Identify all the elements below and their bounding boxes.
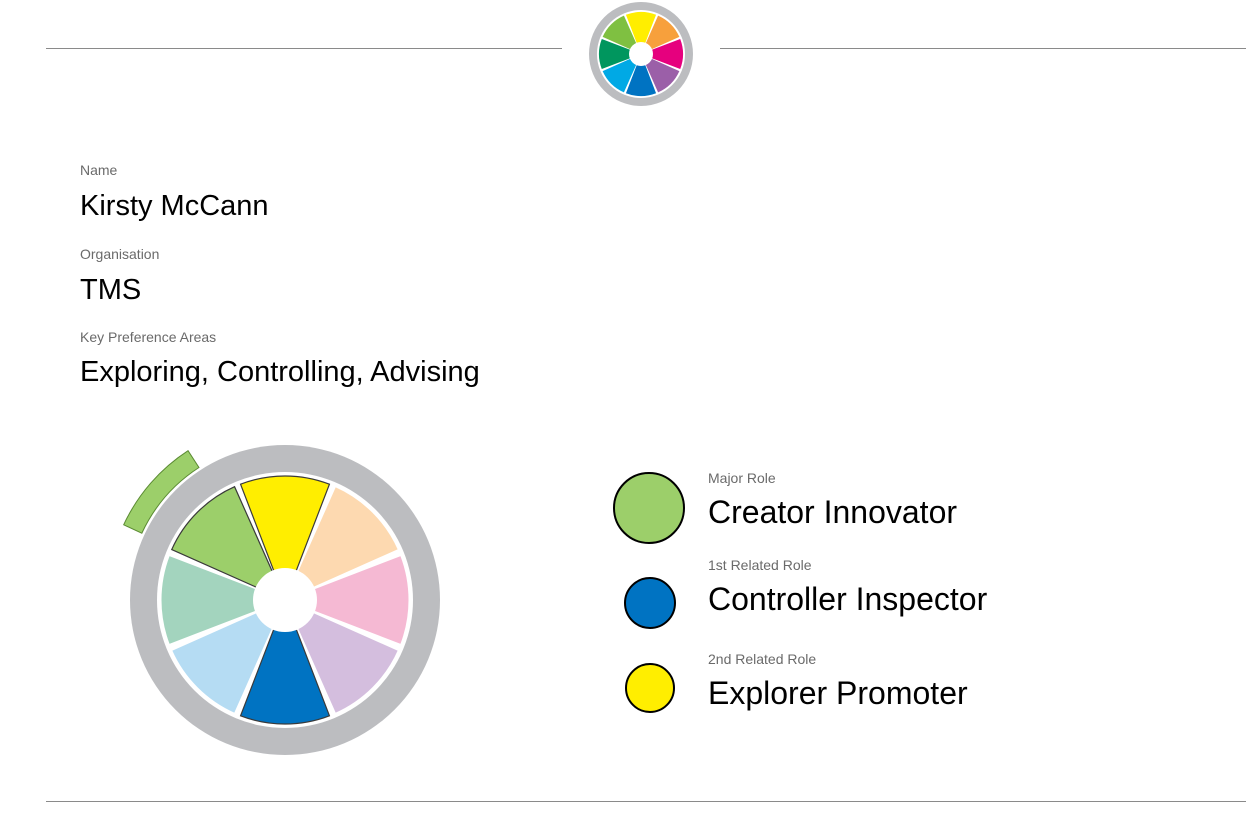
major-role-label: Major Role	[708, 470, 776, 486]
organisation-value: TMS	[80, 274, 142, 306]
major-role-value: Creator Innovator	[708, 494, 958, 530]
first-related-role-value: Controller Inspector	[708, 581, 988, 617]
team-management-wheel	[123, 445, 440, 755]
name-value: Kirsty McCann	[80, 190, 269, 222]
footer-divider	[46, 801, 1246, 802]
second-related-role-dot	[625, 663, 675, 713]
first-related-role-dot	[624, 577, 676, 629]
organisation-label: Organisation	[80, 246, 160, 262]
major-role-dot	[613, 472, 685, 544]
first-related-role-label: 1st Related Role	[708, 557, 812, 573]
name-label: Name	[80, 162, 118, 178]
preference-areas-label: Key Preference Areas	[80, 329, 217, 345]
header-divider-right	[720, 48, 1246, 49]
tms-team-wheel-logo-icon	[589, 2, 693, 106]
preference-areas-value: Exploring, Controlling, Advising	[80, 356, 480, 388]
profile-page: Name Kirsty McCann Organisation TMS Key …	[0, 0, 1246, 833]
header-divider-left	[46, 48, 562, 49]
second-related-role-label: 2nd Related Role	[708, 651, 817, 667]
second-related-role-value: Explorer Promoter	[708, 675, 968, 711]
